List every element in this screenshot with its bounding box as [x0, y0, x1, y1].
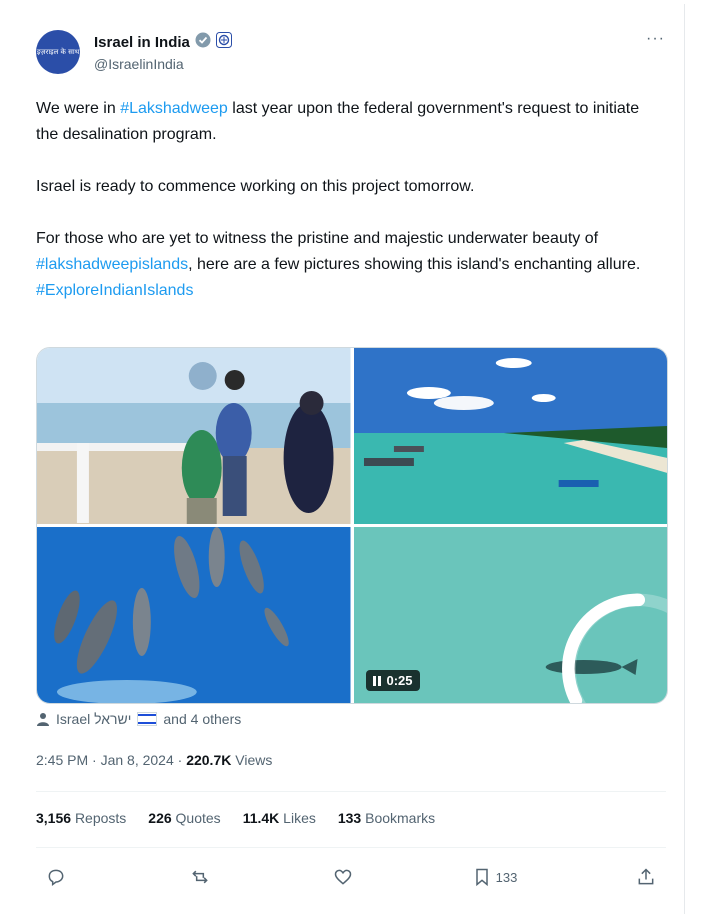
video-duration: 0:25	[386, 673, 413, 688]
views-label: Views	[231, 752, 273, 768]
repost-icon	[191, 870, 208, 884]
israel-flag-icon	[137, 712, 158, 726]
likes-stat[interactable]: 11.4K Likes	[243, 810, 316, 826]
loading-spinner-icon	[562, 593, 667, 703]
tweet-card: इज़राइल के साथ Israel in India @Israelin…	[14, 4, 685, 914]
bookmark-button[interactable]: 133	[467, 862, 523, 892]
video-duration-badge[interactable]: 0:25	[365, 670, 420, 691]
display-name[interactable]: Israel in India	[94, 34, 190, 51]
divider	[36, 791, 666, 792]
bookmark-count: 133	[495, 869, 518, 885]
photo-dolphins[interactable]	[37, 527, 351, 703]
text-segment: We were in	[36, 100, 121, 117]
tweet-text: We were in #Lakshadweep last year upon t…	[36, 96, 656, 304]
divider	[36, 847, 666, 848]
like-button[interactable]	[323, 862, 363, 892]
tweet-paragraph-3: For those who are yet to witness the pri…	[36, 226, 656, 278]
affiliate-badge-icon[interactable]	[215, 32, 232, 53]
tweet-paragraph-1: We were in #Lakshadweep last year upon t…	[36, 96, 656, 148]
bookmark-icon	[475, 868, 488, 887]
engagement-stats: 3,156 Reposts 226 Quotes 11.4K Likes 133…	[36, 810, 435, 826]
photo-people-on-pier[interactable]	[37, 348, 351, 524]
repost-button[interactable]	[180, 862, 220, 892]
tweet-meta: 2:45 PM · Jan 8, 2024 · 220.7K Views	[36, 752, 272, 768]
user-handle[interactable]: @IsraelinIndia	[94, 56, 184, 72]
pause-icon	[372, 675, 381, 686]
text-segment: For those who are yet to witness the pri…	[36, 230, 599, 247]
hashtag-link[interactable]: #ExploreIndianIslands	[36, 282, 193, 299]
hashtag-link[interactable]: #Lakshadweep	[120, 100, 228, 117]
tagged-others: and 4 others	[163, 711, 242, 727]
action-bar: 133	[36, 862, 666, 892]
verified-badge-icon	[195, 32, 211, 53]
more-options-icon[interactable]: ···	[646, 30, 665, 48]
quotes-stat[interactable]: 226 Quotes	[148, 810, 220, 826]
hashtag-link[interactable]: #lakshadweepislands	[36, 256, 188, 273]
photo-lagoon-boats[interactable]	[353, 348, 667, 524]
tagged-users[interactable]: Israel ישראל and 4 others	[36, 711, 241, 727]
text-segment: , here are a few pictures showing this i…	[188, 256, 641, 273]
person-icon	[37, 713, 49, 726]
tweet-paragraph-2: Israel is ready to commence working on t…	[36, 178, 475, 195]
bookmarks-stat[interactable]: 133 Bookmarks	[338, 810, 435, 826]
avatar[interactable]: इज़राइल के साथ	[36, 30, 80, 74]
tweet-timestamp[interactable]: 2:45 PM · Jan 8, 2024 ·	[36, 752, 186, 768]
media-grid: 0:25	[36, 347, 668, 704]
tagged-user-name: Israel ישראל	[56, 711, 132, 727]
reposts-stat[interactable]: 3,156 Reposts	[36, 810, 126, 826]
reply-button[interactable]	[36, 862, 76, 892]
heart-icon	[334, 869, 352, 885]
reply-icon	[48, 869, 64, 886]
author-name-row: Israel in India	[94, 32, 232, 53]
share-icon	[638, 868, 654, 885]
views-count: 220.7K	[186, 752, 232, 768]
tweet-paragraph-4: #ExploreIndianIslands	[36, 278, 656, 304]
video-shallow-water[interactable]: 0:25	[353, 527, 667, 703]
share-button[interactable]	[626, 862, 666, 892]
avatar-text: इज़राइल के साथ	[36, 48, 80, 56]
